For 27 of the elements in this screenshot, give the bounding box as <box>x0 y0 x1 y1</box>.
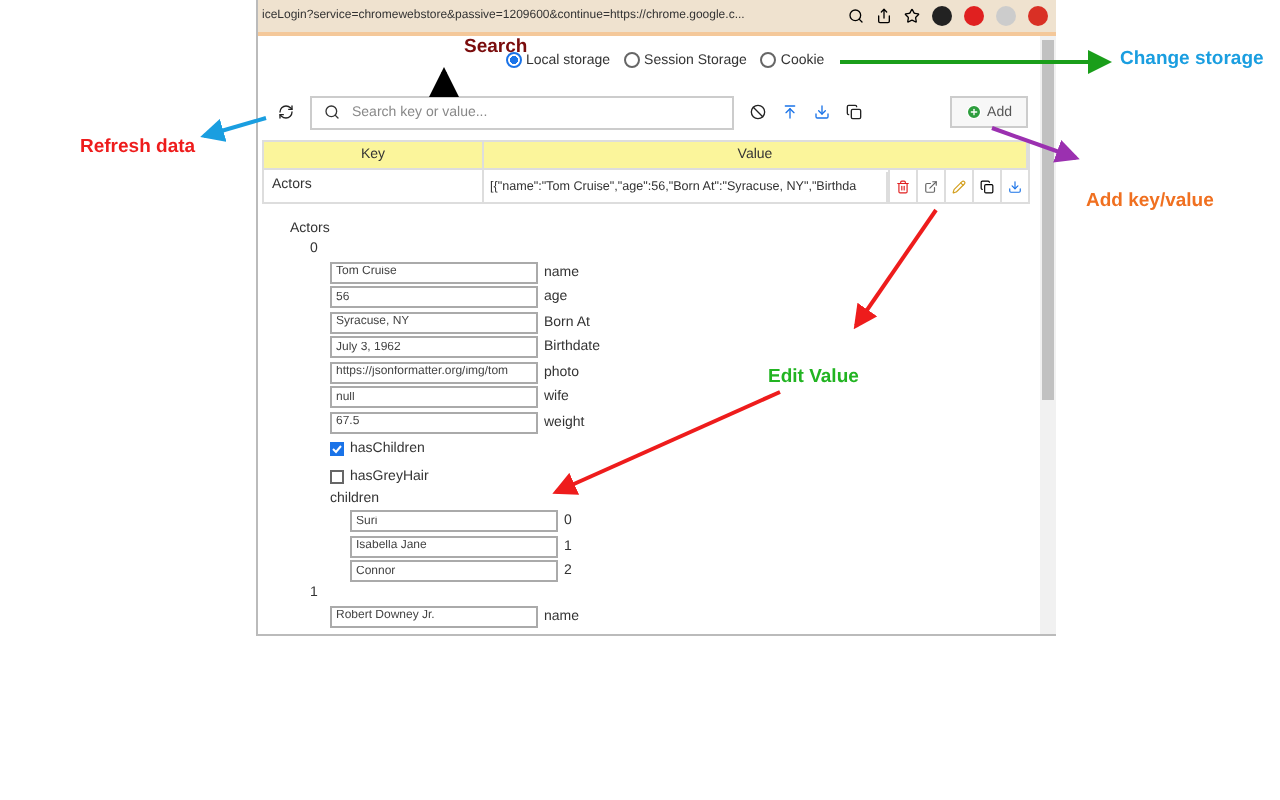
share-icon[interactable] <box>876 8 892 24</box>
upload-icon[interactable] <box>782 104 798 120</box>
download-icon[interactable] <box>814 104 830 120</box>
clear-icon[interactable] <box>750 104 766 120</box>
annotation-label: Refresh data <box>80 136 196 158</box>
arrow-icon <box>429 67 459 97</box>
profile-icon[interactable] <box>1028 6 1048 26</box>
checkbox[interactable] <box>330 469 344 484</box>
checkbox[interactable] <box>330 442 344 457</box>
search-icon <box>324 104 340 120</box>
radio-icon[interactable] <box>624 52 641 68</box>
arrow-icon <box>853 208 938 330</box>
annotation-label: Add key/value <box>1086 190 1214 212</box>
annotation-label: Search <box>464 36 528 58</box>
arrow-icon <box>200 116 267 142</box>
radio-icon[interactable] <box>506 52 522 68</box>
annotation-label: Edit Value <box>768 366 859 388</box>
search-icon[interactable] <box>848 8 864 24</box>
radio-icon[interactable] <box>760 52 777 68</box>
refresh-icon[interactable] <box>278 104 294 120</box>
annotation-label: Change storage <box>1120 48 1264 70</box>
arrow-icon <box>991 126 1080 163</box>
copy-icon[interactable] <box>846 104 862 120</box>
arrow-icon <box>840 50 1112 74</box>
plus-icon <box>965 104 982 120</box>
scrollbar[interactable] <box>1040 36 1056 634</box>
star-icon[interactable] <box>904 8 920 24</box>
